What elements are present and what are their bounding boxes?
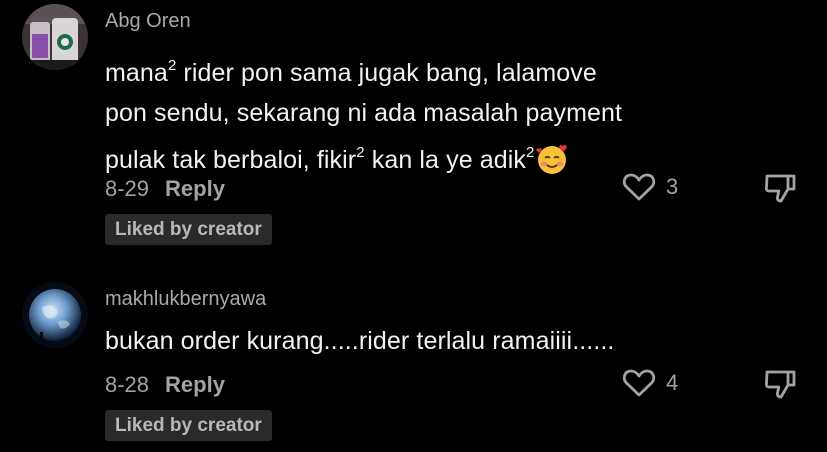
user-avatar[interactable] xyxy=(22,282,88,348)
like-button[interactable]: 3 xyxy=(622,171,678,203)
comment-text-line: mana2 rider pon sama jugak bang, lalamov… xyxy=(105,46,765,94)
like-count: 3 xyxy=(666,174,679,199)
reply-button[interactable]: Reply xyxy=(165,176,225,201)
superscript: 2 xyxy=(526,144,535,161)
like-count: 4 xyxy=(666,370,679,395)
comment-username[interactable]: makhlukbernyawa xyxy=(105,288,266,311)
dislike-button[interactable] xyxy=(763,368,797,400)
comment-date: 8-28 xyxy=(105,372,150,397)
heart-outline-icon xyxy=(622,173,656,201)
text-segment: pulak tak berbaloi, fikir xyxy=(105,146,357,174)
comment-text: bukan order kurang.....rider terlalu ram… xyxy=(105,322,765,362)
like-button[interactable]: 4 xyxy=(622,367,678,399)
text-segment: pon sendu, sekarang ni ada masalah payme… xyxy=(105,98,623,127)
liked-by-creator-badge: Liked by creator xyxy=(105,410,272,441)
thumbs-down-icon xyxy=(764,370,796,399)
smiling-face-with-hearts-icon xyxy=(535,143,569,188)
comment-text-line: pon sendu, sekarang ni ada masalah payme… xyxy=(105,94,765,134)
comment-meta: 8-28 Reply xyxy=(105,372,225,398)
avatar-drinks-photo xyxy=(22,4,88,70)
comment-text-line: bukan order kurang.....rider terlalu ram… xyxy=(105,327,615,355)
reply-button[interactable]: Reply xyxy=(165,372,225,397)
superscript: 2 xyxy=(356,144,365,161)
dislike-button[interactable] xyxy=(763,172,797,204)
liked-by-creator-badge: Liked by creator xyxy=(105,214,272,245)
avatar-earth-photo xyxy=(22,282,88,348)
comment-date: 8-29 xyxy=(105,176,150,201)
comment-username[interactable]: Abg Oren xyxy=(105,10,191,33)
text-segment: rider pon sama jugak bang, lalamove xyxy=(176,59,597,87)
comment-item: makhlukbernyawa bukan order kurang.....r… xyxy=(0,260,827,452)
heart-outline-icon xyxy=(622,369,656,397)
thumbs-down-icon xyxy=(764,174,796,203)
text-segment: mana xyxy=(105,59,168,87)
comment-item: Abg Oren mana 2 rider pon sama jugak bang… xyxy=(0,0,827,260)
comment-meta: 8-29 Reply xyxy=(105,176,225,202)
comment-text: mana 2 rider pon sama jugak bang, lalamov… xyxy=(105,46,765,188)
user-avatar[interactable] xyxy=(22,4,88,70)
text-segment: kan la ye adik xyxy=(364,146,527,174)
